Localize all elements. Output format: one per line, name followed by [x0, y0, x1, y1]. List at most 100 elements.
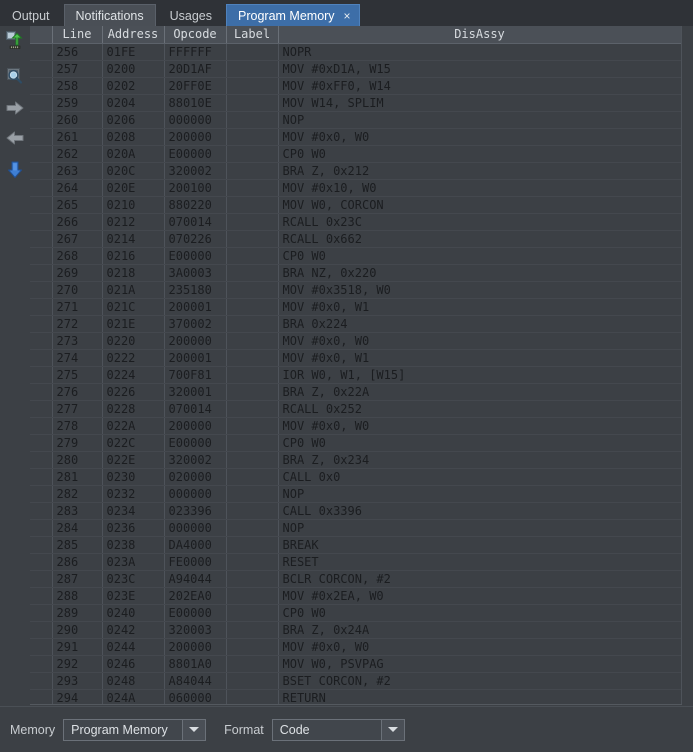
table-row[interactable]: 289 0240 E00000 CP0 W0 [30, 604, 682, 622]
cell-label[interactable] [226, 587, 279, 605]
cell-label[interactable] [226, 451, 279, 469]
cell-line[interactable]: 263 [52, 162, 103, 180]
row-gutter-cell[interactable] [30, 298, 53, 316]
cell-address[interactable]: 020E [102, 179, 165, 197]
cell-disassy[interactable]: BRA 0x224 [278, 315, 682, 333]
cell-label[interactable] [226, 196, 279, 214]
column-header-disassy[interactable]: DisAssy [278, 26, 682, 44]
cell-address[interactable]: 0216 [102, 247, 165, 265]
cell-address[interactable]: 0206 [102, 111, 165, 129]
cell-opcode[interactable]: 200000 [164, 638, 227, 656]
cell-address[interactable]: 0230 [102, 468, 165, 486]
row-gutter-cell[interactable] [30, 128, 53, 146]
cell-label[interactable] [226, 332, 279, 350]
cell-opcode[interactable]: 200000 [164, 128, 227, 146]
cell-line[interactable]: 261 [52, 128, 103, 146]
table-row[interactable]: 257 0200 20D1AF MOV #0xD1A, W15 [30, 60, 682, 78]
cell-line[interactable]: 266 [52, 213, 103, 231]
cell-line[interactable]: 270 [52, 281, 103, 299]
cell-address[interactable]: 0248 [102, 672, 165, 690]
cell-label[interactable] [226, 298, 279, 316]
cell-label[interactable] [226, 247, 279, 265]
cell-label[interactable] [226, 672, 279, 690]
cell-opcode[interactable]: E00000 [164, 247, 227, 265]
cell-address[interactable]: 0208 [102, 128, 165, 146]
cell-address[interactable]: 0234 [102, 502, 165, 520]
cell-line[interactable]: 276 [52, 383, 103, 401]
cell-line[interactable]: 271 [52, 298, 103, 316]
table-row[interactable]: 260 0206 000000 NOP [30, 111, 682, 129]
cell-line[interactable]: 278 [52, 417, 103, 435]
cell-disassy[interactable]: MOV #0xFF0, W14 [278, 77, 682, 95]
table-row[interactable]: 264 020E 200100 MOV #0x10, W0 [30, 179, 682, 197]
row-gutter-cell[interactable] [30, 179, 53, 197]
cell-opcode[interactable]: 070014 [164, 400, 227, 418]
cell-label[interactable] [226, 604, 279, 622]
cell-line[interactable]: 274 [52, 349, 103, 367]
cell-label[interactable] [226, 485, 279, 503]
cell-opcode[interactable]: E00000 [164, 145, 227, 163]
table-row[interactable]: 261 0208 200000 MOV #0x0, W0 [30, 128, 682, 146]
cell-label[interactable] [226, 621, 279, 639]
cell-opcode[interactable]: 8801A0 [164, 655, 227, 673]
cell-address[interactable]: 022E [102, 451, 165, 469]
cell-opcode[interactable]: 200000 [164, 417, 227, 435]
cell-disassy[interactable]: MOV #0x0, W0 [278, 417, 682, 435]
cell-label[interactable] [226, 162, 279, 180]
cell-opcode[interactable]: 88010E [164, 94, 227, 112]
cell-opcode[interactable]: 370002 [164, 315, 227, 333]
table-row[interactable]: 274 0222 200001 MOV #0x0, W1 [30, 349, 682, 367]
row-gutter-cell[interactable] [30, 536, 53, 554]
row-gutter-cell[interactable] [30, 60, 53, 78]
cell-opcode[interactable]: 000000 [164, 519, 227, 537]
tab-output[interactable]: Output [0, 4, 62, 26]
cell-label[interactable] [226, 536, 279, 554]
row-gutter-cell[interactable] [30, 587, 53, 605]
cell-address[interactable]: 0204 [102, 94, 165, 112]
cell-disassy[interactable]: MOV W14, SPLIM [278, 94, 682, 112]
row-gutter-cell[interactable] [30, 247, 53, 265]
cell-label[interactable] [226, 383, 279, 401]
cell-disassy[interactable]: NOPR [278, 43, 682, 61]
cell-opcode[interactable]: A94044 [164, 570, 227, 588]
cell-disassy[interactable]: NOP [278, 111, 682, 129]
cell-disassy[interactable]: BRA Z, 0x24A [278, 621, 682, 639]
cell-disassy[interactable]: CP0 W0 [278, 145, 682, 163]
cell-address[interactable]: 0244 [102, 638, 165, 656]
tab-program-memory[interactable]: Program Memory × [226, 4, 360, 26]
row-gutter-cell[interactable] [30, 196, 53, 214]
cell-line[interactable]: 273 [52, 332, 103, 350]
cell-address[interactable]: 023A [102, 553, 165, 571]
table-row[interactable]: 287 023C A94044 BCLR CORCON, #2 [30, 570, 682, 588]
cell-opcode[interactable]: 202EA0 [164, 587, 227, 605]
column-header-opcode[interactable]: Opcode [164, 26, 227, 44]
cell-opcode[interactable]: 20D1AF [164, 60, 227, 78]
cell-line[interactable]: 269 [52, 264, 103, 282]
cell-opcode[interactable]: 320003 [164, 621, 227, 639]
table-row[interactable]: 283 0234 023396 CALL 0x3396 [30, 502, 682, 520]
cell-opcode[interactable]: 000000 [164, 111, 227, 129]
cell-address[interactable]: 020A [102, 145, 165, 163]
cell-label[interactable] [226, 366, 279, 384]
table-row[interactable]: 272 021E 370002 BRA 0x224 [30, 315, 682, 333]
row-gutter-cell[interactable] [30, 264, 53, 282]
cell-opcode[interactable]: 700F81 [164, 366, 227, 384]
cell-label[interactable] [226, 230, 279, 248]
cell-label[interactable] [226, 638, 279, 656]
cell-line[interactable]: 262 [52, 145, 103, 163]
cell-line[interactable]: 282 [52, 485, 103, 503]
cell-opcode[interactable]: E00000 [164, 604, 227, 622]
cell-line[interactable]: 281 [52, 468, 103, 486]
cell-label[interactable] [226, 689, 279, 705]
cell-opcode[interactable]: 060000 [164, 689, 227, 705]
cell-disassy[interactable]: BRA NZ, 0x220 [278, 264, 682, 282]
row-gutter-cell[interactable] [30, 655, 53, 673]
table-row[interactable]: 292 0246 8801A0 MOV W0, PSVPAG [30, 655, 682, 673]
row-gutter-cell[interactable] [30, 230, 53, 248]
cell-label[interactable] [226, 655, 279, 673]
cell-address[interactable]: 0210 [102, 196, 165, 214]
cell-disassy[interactable]: MOV #0x0, W1 [278, 349, 682, 367]
cell-label[interactable] [226, 179, 279, 197]
cell-address[interactable]: 021C [102, 298, 165, 316]
chevron-down-icon[interactable] [182, 719, 206, 740]
